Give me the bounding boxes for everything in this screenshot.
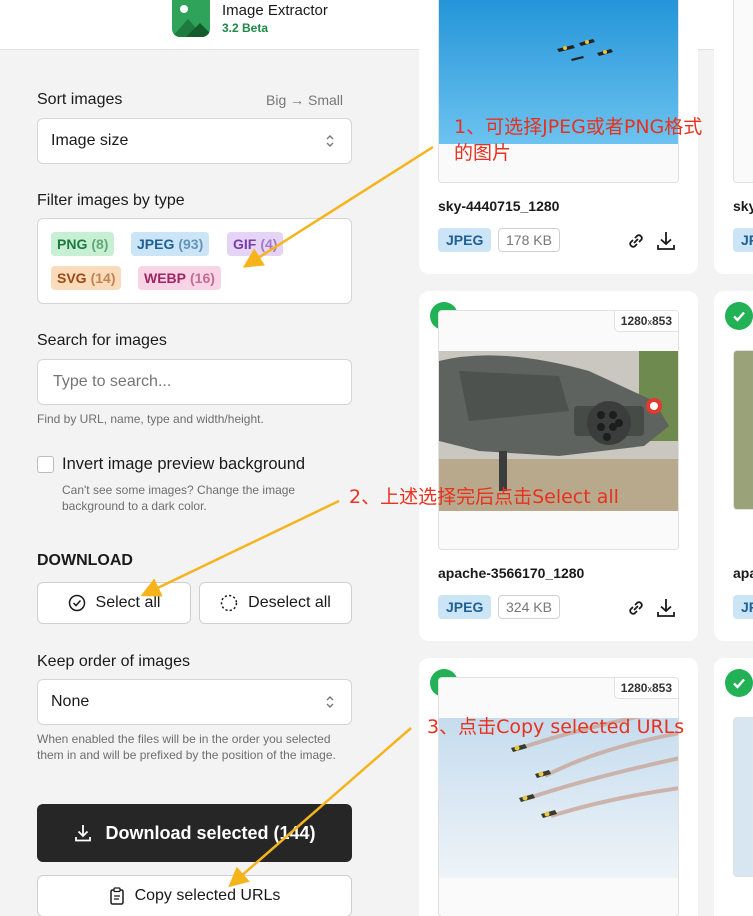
download-icon: [75, 825, 92, 842]
image-preview[interactable]: 1280x853: [438, 677, 679, 916]
image-card[interactable]: [714, 658, 753, 916]
keep-order-select[interactable]: None: [37, 679, 352, 725]
filter-chip-webp[interactable]: WEBP (16): [138, 266, 221, 290]
keep-order-label: Keep order of images: [37, 653, 190, 670]
app-version: 3.2 Beta: [222, 21, 269, 35]
check-circle-icon: [68, 594, 85, 612]
download-icon[interactable]: [655, 230, 677, 252]
image-size-tag: 324 KB: [498, 595, 560, 619]
sort-label: Sort images: [37, 91, 123, 108]
filter-label: Filter images by type: [37, 192, 185, 209]
invert-help: Can't see some images? Change the image …: [62, 483, 296, 513]
image-preview[interactable]: [733, 350, 753, 510]
image-card[interactable]: apa JP: [714, 291, 753, 641]
image-card[interactable]: 1280x853 apache-3566170_1280 JPEG 324 KB: [419, 291, 698, 641]
image-filename: sky: [733, 198, 753, 214]
image-type-tag: JP: [733, 595, 753, 619]
updown-chevron-icon: [326, 696, 334, 708]
image-filename: apache-3566170_1280: [438, 565, 585, 581]
invert-label: Invert image preview background: [62, 455, 306, 473]
clipboard-icon: [109, 887, 124, 905]
image-dimensions: 1280x853: [613, 678, 678, 699]
link-icon[interactable]: [625, 597, 647, 619]
app-title: Image Extractor: [222, 2, 328, 19]
search-help: Find by URL, name, type and width/height…: [37, 412, 264, 426]
filter-chip-gif[interactable]: GIF (4): [227, 232, 284, 256]
updown-chevron-icon: [326, 135, 334, 147]
sort-select[interactable]: Image size: [37, 118, 352, 164]
filter-box: PNG (8) JPEG (93) GIF (4) SVG (14) WEBP (16): [37, 218, 352, 304]
image-type-tag: JPEG: [438, 595, 492, 619]
annotation-step3: 3、点击Copy selected URLs: [427, 716, 685, 738]
image-card[interactable]: 1280x853: [419, 658, 698, 916]
download-icon[interactable]: [655, 597, 677, 619]
airplanes-sky-image: [439, 718, 678, 878]
image-type-tag: JPEG: [438, 228, 492, 252]
image-filename: apa: [733, 565, 753, 581]
deselect-all-button[interactable]: Deselect all: [199, 582, 352, 624]
filter-chip-jpeg[interactable]: JPEG (93): [131, 232, 210, 256]
sort-hint: Big → Small: [266, 92, 344, 108]
image-card[interactable]: sky JP: [714, 0, 753, 274]
arrow-step2: [140, 499, 340, 597]
image-dimensions: 1280x853: [613, 311, 678, 332]
link-icon[interactable]: [625, 230, 647, 252]
image-filename: sky-4440715_1280: [438, 198, 560, 214]
image-preview[interactable]: [733, 717, 753, 877]
search-input[interactable]: [37, 359, 352, 405]
filter-chip-svg[interactable]: SVG (14): [51, 266, 122, 290]
keep-order-value: None: [51, 693, 90, 710]
sort-select-value: Image size: [51, 132, 129, 149]
annotation-step1: 1、可选择JPEG或者PNG格式 的图片: [454, 116, 703, 164]
keep-order-help: When enabled the files will be in the or…: [37, 732, 336, 762]
image-preview[interactable]: [733, 0, 753, 183]
download-title: DOWNLOAD: [37, 552, 133, 569]
annotation-step2: 2、上述选择完后点击Select all: [349, 486, 619, 508]
invert-checkbox[interactable]: [37, 456, 54, 473]
app-logo-icon: [172, 0, 210, 37]
filter-chip-png[interactable]: PNG (8): [51, 232, 115, 256]
selected-check-icon[interactable]: [725, 669, 753, 697]
search-label: Search for images: [37, 332, 167, 349]
download-selected-button[interactable]: Download selected (144): [37, 804, 352, 862]
image-type-tag: JP: [733, 228, 753, 252]
dashed-circle-icon: [220, 594, 238, 612]
select-all-button[interactable]: Select all: [37, 582, 191, 624]
image-size-tag: 178 KB: [498, 228, 560, 252]
selected-check-icon[interactable]: [725, 302, 753, 330]
copy-urls-button[interactable]: Copy selected URLs: [37, 875, 352, 916]
image-preview[interactable]: 1280x853: [438, 310, 679, 550]
